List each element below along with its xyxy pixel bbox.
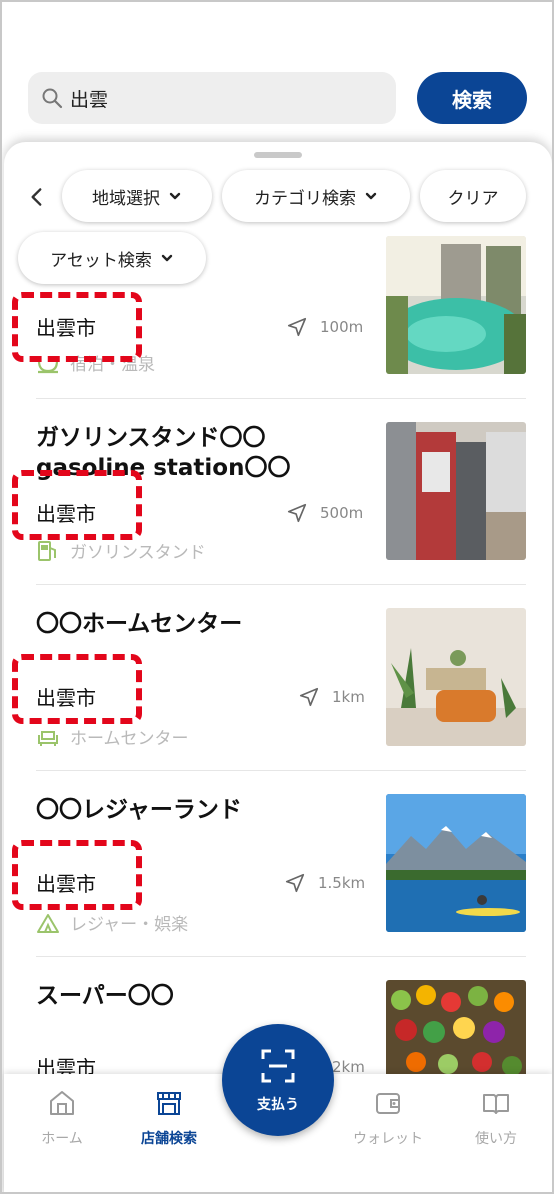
- distance-text: 1km: [332, 688, 365, 706]
- search-query: 出雲: [70, 88, 109, 111]
- distance-badge: 1km: [298, 686, 365, 708]
- scan-icon: [261, 1049, 295, 1083]
- nav-store-search-label: 店舗検索: [141, 1131, 197, 1147]
- store-name: 〇〇レジャーランド: [36, 797, 242, 823]
- store-name: 〇〇ホームセンター: [36, 611, 243, 637]
- navigation-arrow-icon: [285, 873, 305, 893]
- category-label: ガソリンスタンド: [36, 538, 206, 563]
- navigation-arrow-icon: [299, 687, 319, 707]
- nav-store-search[interactable]: 店舗検索: [119, 1074, 219, 1174]
- distance-text: 100m: [320, 318, 364, 336]
- leisure-photo: [386, 794, 526, 932]
- store-thumbnail: [386, 608, 526, 746]
- gas-pump-icon: [38, 540, 56, 561]
- tent-icon: [37, 913, 59, 933]
- distance-text: 500m: [320, 504, 364, 522]
- category-filter-label: カテゴリ検索: [254, 188, 356, 209]
- pay-button[interactable]: 支払う: [222, 1024, 334, 1136]
- book-icon: [483, 1094, 509, 1114]
- highlight-box: [12, 292, 142, 362]
- store-thumbnail: [386, 236, 526, 374]
- store-thumbnail: [386, 794, 526, 932]
- distance-text: 1.5km: [318, 874, 366, 892]
- category-label: レジャー・娯楽: [36, 910, 188, 935]
- category-filter-chip[interactable]: カテゴリ検索: [222, 170, 410, 222]
- gas-station-photo: [386, 422, 526, 560]
- region-filter-chip[interactable]: 地域選択: [62, 170, 212, 222]
- clear-filter-label: クリア: [447, 188, 499, 209]
- divider: [36, 398, 526, 399]
- store-icon: [157, 1092, 181, 1115]
- store-name: ガソリンスタンド〇〇: [36, 425, 266, 451]
- region-filter-label: 地域選択: [92, 188, 160, 209]
- nav-howto-label: 使い方: [475, 1131, 517, 1147]
- navigation-arrow-icon: [287, 503, 307, 523]
- highlight-box: [12, 654, 142, 724]
- distance-badge: 100m: [286, 316, 363, 338]
- nav-home-label: ホーム: [41, 1131, 83, 1147]
- distance-badge: 500m: [286, 502, 363, 524]
- home-center-photo: [386, 608, 526, 746]
- sheet-handle[interactable]: [254, 152, 302, 158]
- clear-filter-chip[interactable]: クリア: [420, 170, 526, 222]
- nav-home[interactable]: ホーム: [12, 1074, 112, 1174]
- search-icon: [42, 88, 63, 109]
- category-label: ホームセンター: [36, 724, 189, 749]
- nav-wallet[interactable]: ウォレット: [338, 1074, 438, 1174]
- nav-howto[interactable]: 使い方: [446, 1074, 546, 1174]
- chevron-down-icon: [169, 192, 181, 200]
- store-name: スーパー〇〇: [36, 983, 174, 1009]
- divider: [36, 584, 526, 585]
- search-button[interactable]: 検索: [417, 72, 527, 124]
- app-screen: 出雲 検索 地域選択 カテゴリ検索 クリア アセット検索 出雲市 100m 宿泊…: [0, 0, 554, 1194]
- wallet-icon: [376, 1093, 400, 1114]
- divider: [36, 770, 526, 771]
- highlight-box: [12, 840, 142, 910]
- category-text: ホームセンター: [70, 729, 189, 749]
- category-text: レジャー・娯楽: [70, 915, 189, 935]
- pay-button-label: 支払う: [257, 1097, 299, 1113]
- home-icon: [50, 1091, 74, 1115]
- divider: [36, 956, 526, 957]
- highlight-box: [12, 470, 142, 540]
- chevron-down-icon: [365, 192, 377, 200]
- store-thumbnail: [386, 422, 526, 560]
- category-text: ガソリンスタンド: [70, 543, 206, 563]
- navigation-arrow-icon: [287, 317, 307, 337]
- nav-wallet-label: ウォレット: [353, 1131, 423, 1147]
- sofa-icon: [38, 730, 58, 746]
- hotspring-photo: [386, 236, 526, 374]
- search-input[interactable]: 出雲: [28, 72, 396, 124]
- chevron-left-icon[interactable]: [24, 184, 50, 210]
- distance-badge: 1.5km: [284, 872, 365, 894]
